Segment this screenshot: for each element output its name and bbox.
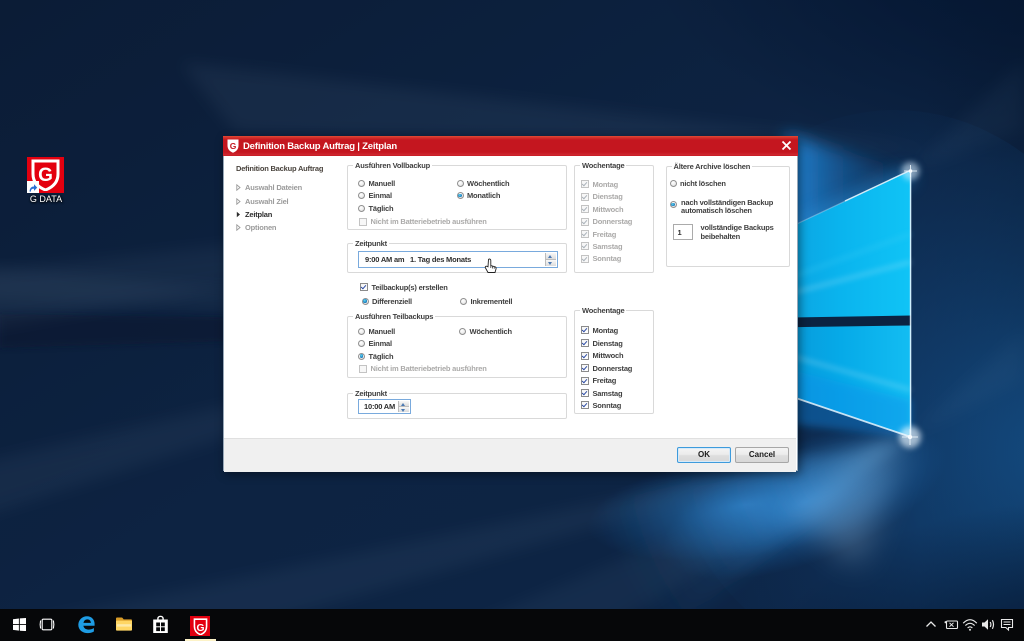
svg-text:G: G <box>38 165 53 186</box>
svg-text:G: G <box>196 622 204 633</box>
svg-text:G: G <box>230 141 237 151</box>
